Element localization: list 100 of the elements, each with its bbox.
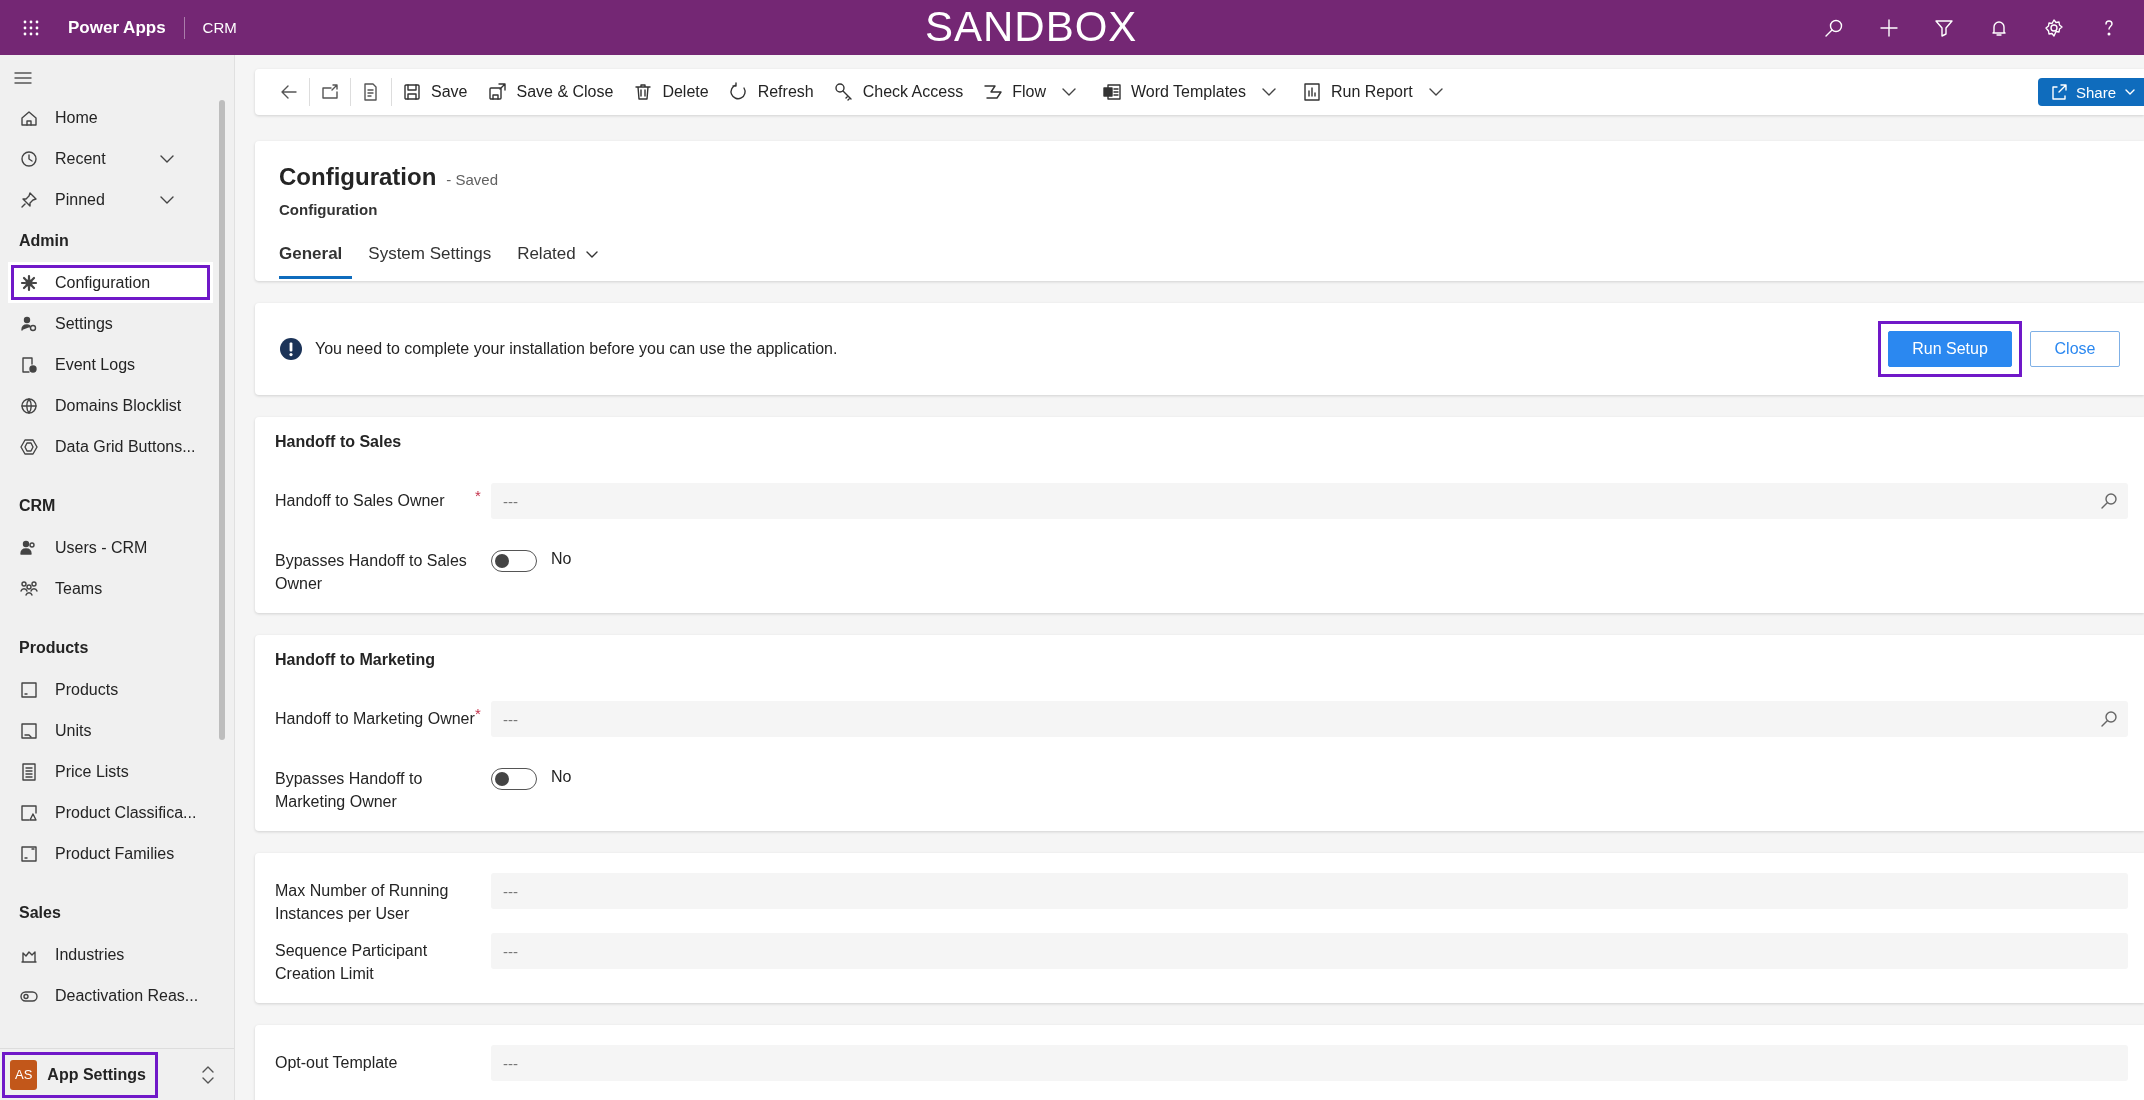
nav-item[interactable]: Product Families [0,833,213,874]
field-label: Opt-out Template [275,1053,399,1073]
search-icon[interactable] [1824,17,1844,38]
search-icon[interactable] [2100,710,2118,728]
nav-item[interactable]: Teams [0,568,213,609]
toggle-switch[interactable] [491,768,537,790]
nav-label: Recent [55,149,107,168]
nav-item[interactable]: Pinned [0,179,213,220]
people-icon [20,538,38,557]
popout-icon [320,82,340,102]
menu-icon[interactable] [14,71,32,85]
people-icon [20,314,38,333]
nav-label: Home [55,108,99,127]
nav-label: Product Classifica... [55,803,197,822]
box-icon [20,803,38,822]
tab[interactable]: Related [517,238,610,279]
save-status: - Saved [446,171,498,188]
nav-label: Domains Blocklist [55,396,183,415]
section-title: Handoff to Sales [275,433,403,451]
field-label: Handoff to Marketing Owner [275,710,475,729]
nav-item[interactable]: Data Grid Buttons... [0,426,213,467]
nav-label: Units [55,721,93,740]
nav-item[interactable]: Home [0,97,213,138]
share-button[interactable]: Share [2037,78,2144,106]
nav-label: Deactivation Reas... [55,986,199,1005]
nav-item[interactable]: Recent [0,138,213,179]
nav-item[interactable]: Product Classifica... [0,792,213,833]
nav-item[interactable]: Configuration [8,262,213,303]
area-label: App Settings [47,1065,146,1084]
entity-name: Configuration [279,201,379,218]
nav-item[interactable]: Settings [0,303,213,344]
area-name: CRM [202,19,237,36]
toolbar-button[interactable]: Run Report [1291,76,1423,108]
tab[interactable]: System Settings [368,238,502,279]
field-label: Sequence Participant Creation Limit [275,941,429,984]
box-icon [20,680,38,699]
toolbar-button[interactable]: Refresh [718,76,824,108]
toolbar-button[interactable]: Check Access [823,76,974,108]
nav-item[interactable]: Units [0,710,213,751]
nav-item[interactable]: Industries [0,934,213,975]
box-icon [20,721,38,740]
nav-item[interactable]: Price Lists [0,751,213,792]
field-label: Bypasses Handoff to Sales Owner [275,551,468,594]
nav-item[interactable]: Products [0,669,213,710]
search-icon[interactable] [2100,492,2118,510]
toggle-switch[interactable] [491,550,537,572]
run-setup-button[interactable]: Run Setup [1888,331,2012,367]
close-button[interactable]: Close [2030,331,2120,367]
filter-icon[interactable] [1934,17,1954,38]
plus-icon[interactable] [1879,17,1899,38]
nav-label: Configuration [55,273,152,292]
input-field[interactable]: --- [491,1045,2128,1081]
section-title: Handoff to Marketing [275,651,436,669]
toolbar-button[interactable]: Flow [973,76,1056,108]
nav-label: Pinned [55,190,106,209]
nav-label: Event Logs [55,355,137,374]
pin-icon [20,190,38,209]
scrollbar[interactable] [219,100,225,740]
area-switcher[interactable]: AS App Settings [4,1053,156,1096]
nav-item[interactable]: Users - CRM [0,527,213,568]
settings-icon[interactable] [2044,17,2064,38]
app-name[interactable]: Power Apps [68,17,166,38]
section-heading: Admin [18,231,70,251]
nav-label: Product Families [55,844,176,863]
nav-label: Industries [55,945,126,964]
hexagon-icon [20,437,38,456]
nav-item[interactable]: Domains Blocklist [0,385,213,426]
list-icon [20,762,38,781]
toolbar-button[interactable]: Save [392,76,478,108]
document-icon [20,355,38,374]
toggle-label: No [551,549,572,568]
alert-icon [279,337,303,361]
section-heading: Products [18,638,90,658]
field-label: Bypasses Handoff to Marketing Owner [275,769,424,812]
required-mark: * [475,704,482,722]
key-icon [833,82,854,102]
input-field[interactable]: --- [491,873,2128,909]
nav-item[interactable]: Event Logs [0,344,213,385]
notification-message: You need to complete your installation before you can use the application. [315,340,839,358]
avatar: AS [10,1059,38,1090]
nav-label: Data Grid Buttons... [55,437,196,456]
nav-label: Settings [55,314,114,333]
toolbar-button[interactable]: Word Templates [1091,76,1256,108]
lookup-field[interactable]: --- [491,483,2128,519]
app-launcher-icon[interactable] [22,18,40,37]
field-label: Handoff to Sales Owner [275,491,446,511]
chevron-updown-icon[interactable] [200,1064,216,1085]
refresh-icon [728,82,749,102]
nav-label: Teams [55,579,104,598]
lookup-field[interactable]: --- [491,701,2128,737]
field-label: Max Number of Running Instances per User [275,881,450,924]
word-icon [1101,82,1122,102]
flow-icon [983,82,1004,102]
toolbar-button[interactable]: Save & Close [477,76,624,108]
toolbar-button[interactable]: Delete [623,76,719,108]
tab[interactable]: General [279,238,353,279]
nav-item[interactable]: Deactivation Reas... [0,975,213,1016]
required-mark: * [475,486,482,504]
section-heading: Sales [18,903,62,923]
input-field[interactable]: --- [491,933,2128,969]
